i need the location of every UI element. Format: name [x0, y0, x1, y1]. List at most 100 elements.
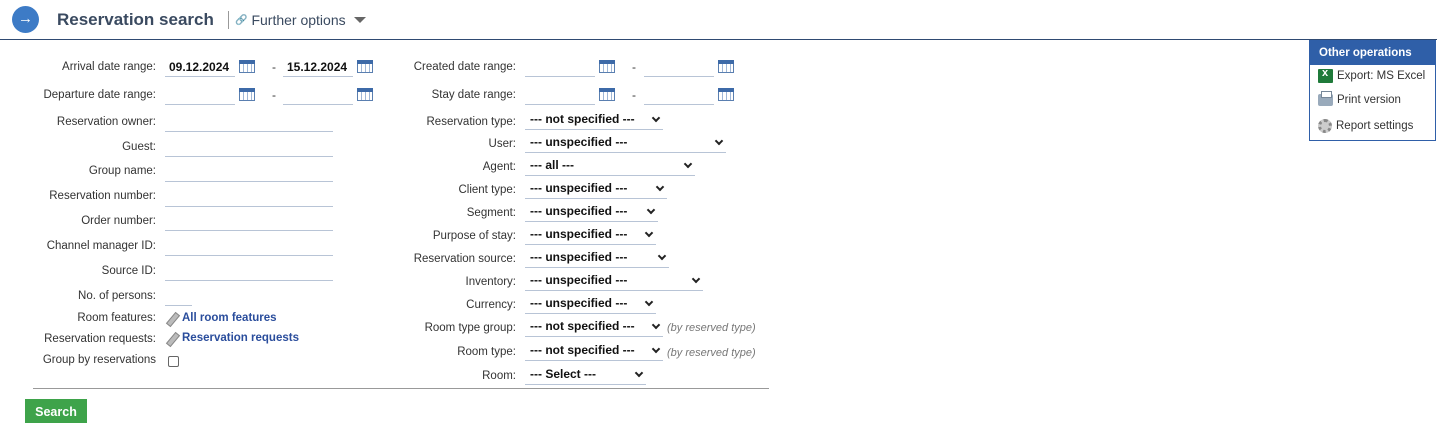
reservation-source-value: --- unspecified ---	[530, 250, 628, 264]
room-select[interactable]: --- Select ---	[525, 365, 646, 385]
room-type-group-label: Room type group:	[424, 322, 516, 334]
group-by-reservations-label: Group by reservations	[42, 354, 156, 366]
room-type-group-select[interactable]: --- not specified ---	[525, 317, 663, 337]
chevron-down-icon	[651, 344, 661, 354]
page-header: → Reservation search 🔗 Further options	[0, 0, 1437, 40]
guest-input[interactable]	[165, 137, 333, 157]
export-excel-label: Export: MS Excel	[1337, 70, 1426, 82]
channel-manager-id-input[interactable]	[165, 236, 333, 256]
guest-label: Guest:	[122, 141, 156, 153]
other-operations-title: Other operations	[1310, 41, 1435, 65]
order-number-label: Order number:	[81, 215, 156, 227]
group-name-label: Group name:	[88, 165, 156, 177]
chevron-down-icon	[683, 159, 693, 169]
calendar-icon[interactable]	[718, 60, 734, 73]
reservation-source-select[interactable]: --- unspecified ---	[525, 248, 669, 268]
chevron-down-icon	[646, 205, 656, 215]
reservation-owner-input[interactable]	[165, 112, 333, 132]
purpose-of-stay-label: Purpose of stay:	[432, 230, 516, 242]
inventory-select[interactable]: --- unspecified ---	[525, 271, 703, 291]
reservation-number-input[interactable]	[165, 187, 333, 207]
created-from-input[interactable]	[525, 57, 595, 77]
room-type-group-value: --- not specified ---	[530, 319, 635, 333]
print-version-link[interactable]: Print version	[1318, 91, 1401, 106]
agent-value: --- all ---	[530, 158, 574, 172]
group-name-input[interactable]	[165, 162, 333, 182]
created-date-label: Created date range:	[413, 61, 516, 73]
departure-to-input[interactable]	[283, 85, 353, 105]
order-number-input[interactable]	[165, 211, 333, 231]
created-to-input[interactable]	[644, 57, 714, 77]
header-divider	[228, 11, 229, 29]
reservation-type-value: --- not specified ---	[530, 112, 635, 126]
segment-label: Segment:	[466, 207, 516, 219]
calendar-icon[interactable]	[357, 88, 373, 101]
room-features-label: Room features:	[77, 312, 156, 324]
arrival-from-input[interactable]	[165, 57, 235, 77]
export-excel-link[interactable]: Export: MS Excel	[1318, 67, 1426, 83]
stay-to-input[interactable]	[644, 85, 714, 105]
printer-icon	[1318, 91, 1333, 106]
inventory-label: Inventory:	[465, 276, 517, 288]
channel-manager-id-label: Channel manager ID:	[46, 240, 156, 252]
user-label: User:	[488, 138, 516, 150]
search-button[interactable]: Search	[25, 399, 87, 423]
calendar-icon[interactable]	[239, 60, 255, 73]
calendar-icon[interactable]	[357, 60, 373, 73]
range-dash: -	[272, 60, 276, 74]
arrival-date-label: Arrival date range:	[62, 61, 156, 73]
room-features-link[interactable]: All room features	[166, 312, 277, 324]
calendar-icon[interactable]	[239, 88, 255, 101]
report-settings-label: Report settings	[1336, 120, 1414, 132]
range-dash: -	[632, 60, 636, 74]
room-type-label: Room type:	[457, 346, 516, 358]
segment-select[interactable]: --- unspecified ---	[525, 202, 658, 222]
room-label: Room:	[482, 370, 516, 382]
reservation-number-label: Reservation number:	[49, 190, 156, 202]
client-type-label: Client type:	[458, 184, 516, 196]
agent-label: Agent:	[482, 161, 516, 173]
gear-icon	[1318, 119, 1332, 133]
chevron-down-icon	[714, 136, 724, 146]
reservation-requests-link[interactable]: Reservation requests	[166, 332, 299, 344]
purpose-of-stay-select[interactable]: --- unspecified ---	[525, 225, 656, 245]
reservation-requests-link-text: Reservation requests	[182, 332, 299, 344]
further-options-label: Further options	[251, 12, 346, 28]
room-type-value: --- not specified ---	[530, 343, 635, 357]
link-icon: 🔗	[235, 14, 248, 26]
further-options-menu[interactable]: 🔗 Further options	[235, 12, 366, 28]
form-divider	[33, 388, 769, 389]
calendar-icon[interactable]	[718, 88, 734, 101]
room-type-note: (by reserved type)	[667, 347, 756, 359]
persons-input[interactable]	[165, 286, 192, 306]
inventory-value: --- unspecified ---	[530, 273, 628, 287]
range-dash: -	[632, 88, 636, 102]
source-id-label: Source ID:	[101, 265, 156, 277]
arrow-right-icon[interactable]: →	[12, 6, 39, 33]
room-features-link-text: All room features	[182, 312, 277, 324]
group-by-reservations-checkbox[interactable]	[168, 356, 179, 367]
reservation-source-label: Reservation source:	[413, 253, 516, 265]
excel-icon	[1318, 67, 1333, 83]
chevron-down-icon	[651, 320, 661, 330]
calendar-icon[interactable]	[599, 88, 615, 101]
arrival-to-input[interactable]	[283, 57, 353, 77]
currency-value: --- unspecified ---	[530, 296, 628, 310]
reservation-type-select[interactable]: --- not specified ---	[525, 110, 663, 130]
currency-select[interactable]: --- unspecified ---	[525, 294, 656, 314]
agent-select[interactable]: --- all ---	[525, 156, 695, 176]
print-version-label: Print version	[1337, 94, 1401, 106]
client-type-select[interactable]: --- unspecified ---	[525, 179, 667, 199]
room-type-select[interactable]: --- not specified ---	[525, 341, 663, 361]
report-settings-link[interactable]: Report settings	[1318, 119, 1413, 133]
persons-label: No. of persons:	[78, 290, 156, 302]
stay-from-input[interactable]	[525, 85, 595, 105]
source-id-input[interactable]	[165, 261, 333, 281]
reservation-requests-label: Reservation requests:	[44, 333, 156, 345]
chevron-down-icon	[634, 368, 644, 378]
departure-from-input[interactable]	[165, 85, 235, 105]
chevron-down-icon	[657, 251, 667, 261]
reservation-owner-label: Reservation owner:	[56, 116, 156, 128]
calendar-icon[interactable]	[599, 60, 615, 73]
user-select[interactable]: --- unspecified ---	[525, 133, 726, 153]
